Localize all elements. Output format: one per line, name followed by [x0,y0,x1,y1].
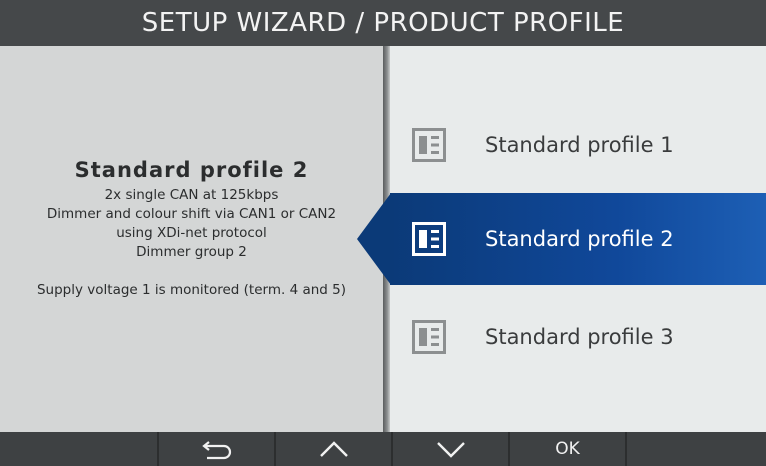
profile-description: Standard profile 2 2x single CAN at 125k… [0,158,383,300]
profile-item-label: Standard profile 3 [485,325,674,349]
profile-detail-line: Dimmer group 2 [136,244,247,260]
profile-item-2[interactable]: Standard profile 2 [390,193,766,285]
page-title: SETUP WIZARD / PRODUCT PROFILE [141,8,625,38]
chevron-up-icon [319,441,348,457]
return-arrow-icon [201,441,231,460]
screen: SETUP WIZARD / PRODUCT PROFILE Standard … [0,0,766,466]
header-bar: SETUP WIZARD / PRODUCT PROFILE [0,0,766,46]
bottom-nav-bar: OK [0,432,766,466]
profile-detail-title: Standard profile 2 [74,158,309,182]
profile-detail-note: Supply voltage 1 is monitored (term. 4 a… [36,282,346,298]
ok-button[interactable]: OK [510,432,625,466]
profile-item-1[interactable]: Standard profile 1 [390,99,766,191]
profile-card-icon [412,128,446,162]
empty-softkey [0,432,157,466]
profile-detail-line: 2x single CAN at 125kbps [104,187,279,203]
ok-button-label: OK [555,439,580,459]
profile-card-icon [412,320,446,354]
selection-pointer [357,193,391,285]
profile-item-label: Standard profile 1 [485,133,674,157]
up-button[interactable] [276,432,391,466]
back-button[interactable] [159,432,274,466]
empty-softkey [627,432,766,466]
profile-detail-line: Dimmer and colour shift via CAN1 or CAN2 [46,206,337,222]
profile-item-3[interactable]: Standard profile 3 [390,291,766,383]
down-button[interactable] [393,432,508,466]
profile-item-label: Standard profile 2 [485,227,674,251]
chevron-down-icon [436,442,465,458]
profile-detail-line: using XDi-net protocol [116,225,267,241]
profile-card-icon [412,222,446,256]
